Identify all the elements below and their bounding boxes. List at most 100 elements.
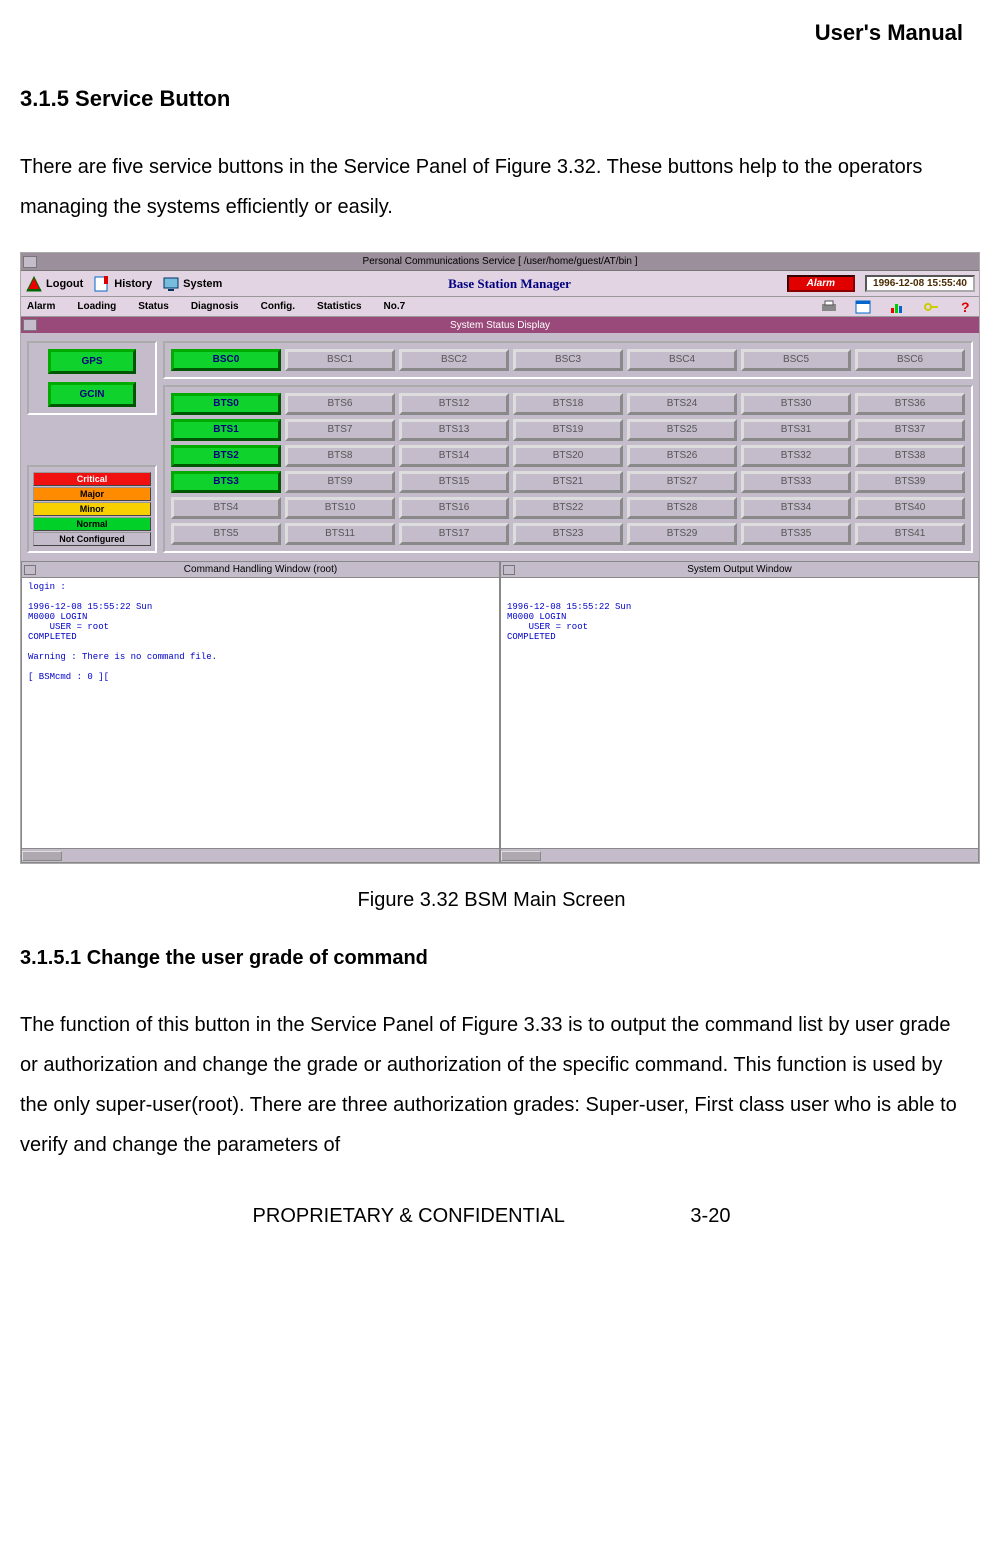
- bts-button-bts39[interactable]: BTS39: [855, 471, 965, 493]
- cmd-menu-icon[interactable]: [24, 565, 36, 575]
- bsc-button-5[interactable]: BSC5: [741, 349, 851, 371]
- bts-button-bts0[interactable]: BTS0: [171, 393, 281, 415]
- bts-button-bts20[interactable]: BTS20: [513, 445, 623, 467]
- bts-button-bts23[interactable]: BTS23: [513, 523, 623, 545]
- bts-button-bts11[interactable]: BTS11: [285, 523, 395, 545]
- menubar: Alarm Loading Status Diagnosis Config. S…: [21, 297, 979, 317]
- gps-button[interactable]: GPS: [48, 349, 136, 374]
- output-window-titlebar[interactable]: System Output Window: [501, 562, 978, 578]
- bts-button-bts13[interactable]: BTS13: [399, 419, 509, 441]
- bts-button-bts12[interactable]: BTS12: [399, 393, 509, 415]
- bts-button-bts30[interactable]: BTS30: [741, 393, 851, 415]
- bts-button-bts10[interactable]: BTS10: [285, 497, 395, 519]
- bts-button-bts33[interactable]: BTS33: [741, 471, 851, 493]
- bts-button-bts14[interactable]: BTS14: [399, 445, 509, 467]
- bts-button-bts9[interactable]: BTS9: [285, 471, 395, 493]
- printer-icon[interactable]: [821, 300, 837, 314]
- history-button[interactable]: History: [93, 275, 152, 293]
- cmd-window-body[interactable]: login : 1996-12-08 15:55:22 Sun M0000 LO…: [22, 578, 499, 848]
- logout-label: Logout: [46, 278, 83, 290]
- legend-critical: Critical: [33, 472, 151, 486]
- menu-statistics[interactable]: Statistics: [317, 301, 361, 312]
- menu-no7[interactable]: No.7: [384, 301, 406, 312]
- legend-normal: Normal: [33, 517, 151, 531]
- bts-button-bts31[interactable]: BTS31: [741, 419, 851, 441]
- gcin-button[interactable]: GCIN: [48, 382, 136, 407]
- bsc-button-1[interactable]: BSC1: [285, 349, 395, 371]
- bts-button-bts24[interactable]: BTS24: [627, 393, 737, 415]
- footer-right: 3-20: [690, 1205, 730, 1228]
- out-menu-icon[interactable]: [503, 565, 515, 575]
- bsm-main-screen-figure: Personal Communications Service [ /user/…: [20, 252, 980, 864]
- command-window: Command Handling Window (root) login : 1…: [21, 561, 500, 863]
- bts-button-bts27[interactable]: BTS27: [627, 471, 737, 493]
- help-icon[interactable]: ?: [957, 300, 973, 314]
- ssd-menu-icon[interactable]: [23, 319, 37, 331]
- bts-button-bts8[interactable]: BTS8: [285, 445, 395, 467]
- bts-button-bts35[interactable]: BTS35: [741, 523, 851, 545]
- svg-text:?: ?: [961, 300, 970, 314]
- bts-button-bts40[interactable]: BTS40: [855, 497, 965, 519]
- window-title: Personal Communications Service [ /user/…: [363, 256, 638, 267]
- logout-button[interactable]: Logout: [25, 275, 83, 293]
- bts-button-bts1[interactable]: BTS1: [171, 419, 281, 441]
- alarm-button[interactable]: Alarm: [787, 275, 855, 292]
- bts-button-bts36[interactable]: BTS36: [855, 393, 965, 415]
- legend-not-configured: Not Configured: [33, 532, 151, 546]
- bts-button-bts41[interactable]: BTS41: [855, 523, 965, 545]
- bts-button-bts5[interactable]: BTS5: [171, 523, 281, 545]
- paragraph-2: The function of this button in the Servi…: [20, 1005, 963, 1165]
- bts-button-bts25[interactable]: BTS25: [627, 419, 737, 441]
- out-scrollbar[interactable]: [501, 848, 978, 862]
- cmd-scrollbar[interactable]: [22, 848, 499, 862]
- system-button[interactable]: System: [162, 275, 222, 293]
- system-status-display: System Status Display GPS GCIN Critical …: [21, 317, 979, 561]
- bts-button-bts18[interactable]: BTS18: [513, 393, 623, 415]
- bts-button-bts38[interactable]: BTS38: [855, 445, 965, 467]
- menu-loading[interactable]: Loading: [77, 301, 116, 312]
- window-menu-icon[interactable]: [23, 256, 37, 268]
- bts-button-bts26[interactable]: BTS26: [627, 445, 737, 467]
- ssd-titlebar[interactable]: System Status Display: [21, 317, 979, 333]
- menu-alarm[interactable]: Alarm: [27, 301, 55, 312]
- legend-panel: Critical Major Minor Normal Not Configur…: [27, 465, 157, 553]
- bsc-button-6[interactable]: BSC6: [855, 349, 965, 371]
- bts-button-bts4[interactable]: BTS4: [171, 497, 281, 519]
- menu-diagnosis[interactable]: Diagnosis: [191, 301, 239, 312]
- bts-button-bts6[interactable]: BTS6: [285, 393, 395, 415]
- bts-button-bts29[interactable]: BTS29: [627, 523, 737, 545]
- bts-button-bts3[interactable]: BTS3: [171, 471, 281, 493]
- bts-button-bts28[interactable]: BTS28: [627, 497, 737, 519]
- bts-button-bts7[interactable]: BTS7: [285, 419, 395, 441]
- menu-status[interactable]: Status: [138, 301, 169, 312]
- gps-gcin-panel: GPS GCIN: [27, 341, 157, 415]
- figure-caption: Figure 3.32 BSM Main Screen: [20, 889, 963, 912]
- bsc-panel: BSC0BSC1BSC2BSC3BSC4BSC5BSC6: [163, 341, 973, 379]
- bsc-button-0[interactable]: BSC0: [171, 349, 281, 371]
- logout-icon: [25, 275, 43, 293]
- out-window-body[interactable]: 1996-12-08 15:55:22 Sun M0000 LOGIN USER…: [501, 578, 978, 848]
- bts-button-bts32[interactable]: BTS32: [741, 445, 851, 467]
- bts-button-bts21[interactable]: BTS21: [513, 471, 623, 493]
- command-window-titlebar[interactable]: Command Handling Window (root): [22, 562, 499, 578]
- bsc-button-2[interactable]: BSC2: [399, 349, 509, 371]
- window-titlebar[interactable]: Personal Communications Service [ /user/…: [21, 253, 979, 271]
- bts-button-bts16[interactable]: BTS16: [399, 497, 509, 519]
- chart-icon[interactable]: [889, 300, 905, 314]
- bts-button-bts15[interactable]: BTS15: [399, 471, 509, 493]
- footer-left: PROPRIETARY & CONFIDENTIAL: [253, 1205, 565, 1228]
- datetime-display: 1996-12-08 15:55:40: [865, 275, 975, 292]
- bts-button-bts2[interactable]: BTS2: [171, 445, 281, 467]
- bsc-button-4[interactable]: BSC4: [627, 349, 737, 371]
- bts-button-bts17[interactable]: BTS17: [399, 523, 509, 545]
- bts-button-bts34[interactable]: BTS34: [741, 497, 851, 519]
- bsc-button-3[interactable]: BSC3: [513, 349, 623, 371]
- bts-button-bts22[interactable]: BTS22: [513, 497, 623, 519]
- menu-config[interactable]: Config.: [261, 301, 295, 312]
- bts-button-bts37[interactable]: BTS37: [855, 419, 965, 441]
- key-icon[interactable]: [923, 300, 939, 314]
- paragraph-1: There are five service buttons in the Se…: [20, 147, 963, 227]
- bts-button-bts19[interactable]: BTS19: [513, 419, 623, 441]
- legend-minor: Minor: [33, 502, 151, 516]
- window-icon[interactable]: [855, 300, 871, 314]
